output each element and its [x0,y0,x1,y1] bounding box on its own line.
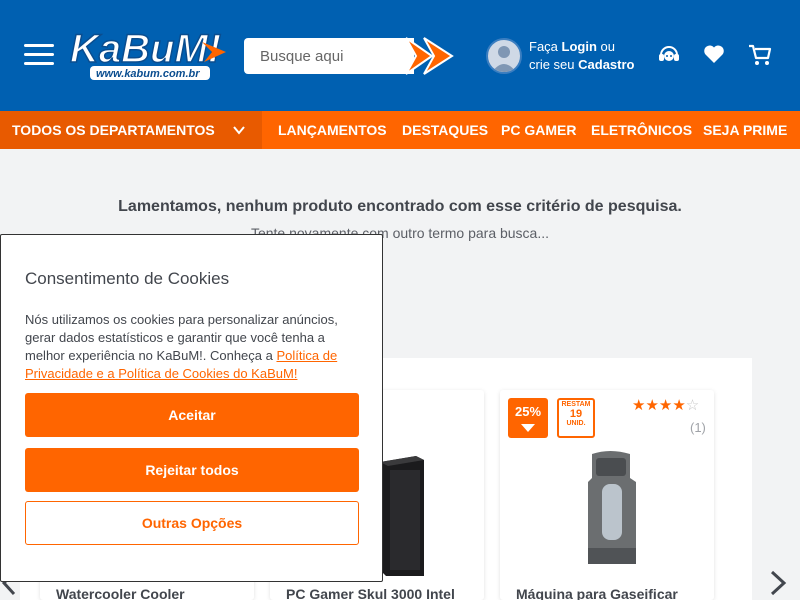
nav-item-eletronicos[interactable]: ELETRÔNICOS [591,111,692,149]
discount-badge: 25% [508,398,548,438]
carousel-next-button[interactable] [766,568,790,598]
cookie-consent-dialog: Consentimento de Cookies Nós utilizamos … [0,234,383,582]
support-icon[interactable] [656,42,682,68]
logo-url: www.kabum.com.br [96,68,200,80]
accept-button[interactable]: Aceitar [25,393,359,437]
product-title[interactable]: Watercooler Cooler [56,586,185,600]
header: KaBuM! www.kabum.com.br Faça Login ou cr… [0,0,800,111]
nav-item-pc-gamer[interactable]: PC GAMER [501,111,576,149]
all-departments-button[interactable]: TODOS OS DEPARTAMENTOS [0,111,262,149]
user-avatar-icon [486,38,522,74]
login-link[interactable]: Login [562,39,597,54]
nav-item-lancamentos[interactable]: LANÇAMENTOS [278,111,387,149]
search-button[interactable] [402,34,460,78]
heart-icon[interactable] [702,42,728,68]
product-image [580,448,640,573]
product-title[interactable]: PC Gamer Skul 3000 Intel [286,586,455,600]
rating-stars: ★★★★☆ [632,397,700,414]
nav-item-seja-prime[interactable]: SEJA PRIME [703,111,787,149]
product-title[interactable]: Máquina para Gaseificar [516,586,678,600]
product-card[interactable]: 25% RESTAM 19 UNID. ★★★★☆ (1) Máquina pa… [500,390,714,600]
cookie-text: Nós utilizamos os cookies para personali… [25,312,338,381]
logo-wordmark: KaBuM! [70,27,221,71]
chevron-right-icon [770,570,787,596]
cookie-title: Consentimento de Cookies [25,269,230,288]
chevron-down-icon [233,126,245,135]
stock-badge: RESTAM 19 UNID. [557,398,595,438]
menu-icon[interactable] [24,44,54,66]
user-account[interactable]: Faça Login ou crie seu Cadastro [486,38,646,74]
cart-icon[interactable] [747,42,773,68]
review-count: (1) [690,420,706,435]
arrow-down-icon [521,424,535,432]
no-results-message: Lamentamos, nenhum produto encontrado co… [118,198,682,215]
nav-item-destaques[interactable]: DESTAQUES [402,111,488,149]
more-options-button[interactable]: Outras Opções [25,501,359,545]
product-image [380,456,424,581]
category-nav: TODOS OS DEPARTAMENTOS LANÇAMENTOS DESTA… [0,111,800,149]
search-input[interactable] [244,38,414,74]
user-greeting: Faça Login ou crie seu Cadastro [529,39,635,72]
reject-all-button[interactable]: Rejeitar todos [25,448,359,492]
search-arrow-icon [405,37,454,75]
kabum-logo[interactable]: KaBuM! www.kabum.com.br [66,22,236,84]
search-bar [244,37,456,75]
register-link[interactable]: Cadastro [578,57,634,72]
